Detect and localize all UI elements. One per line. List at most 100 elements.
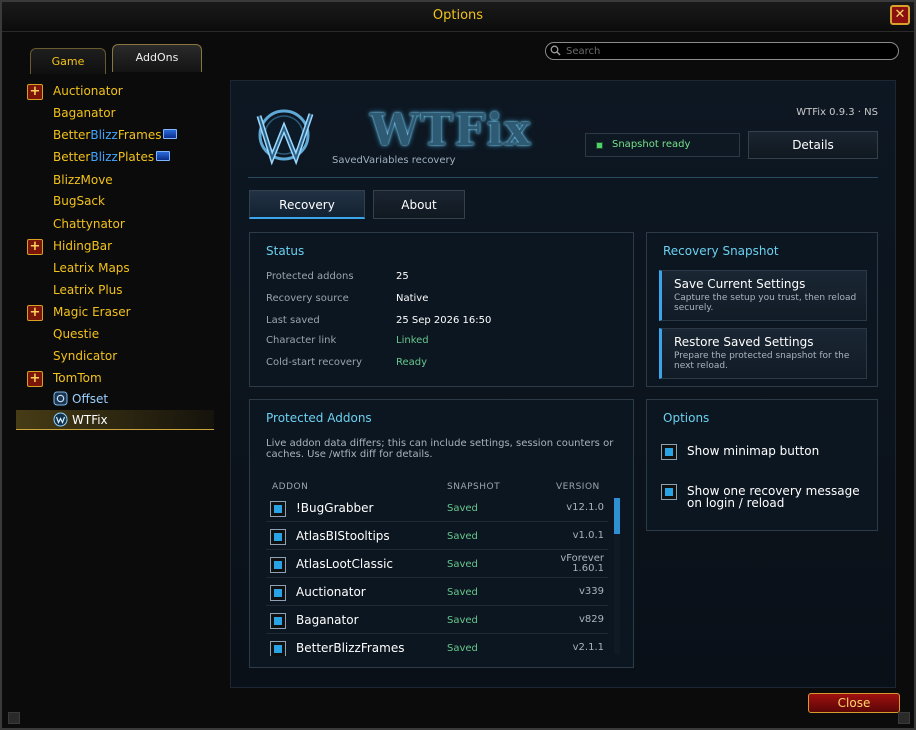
- blizzard-badge-icon: [163, 129, 178, 139]
- sidebar-item-blizzmove[interactable]: BlizzMove: [16, 170, 214, 190]
- expand-plus-icon[interactable]: +: [27, 84, 43, 100]
- status-key: Last saved: [266, 315, 320, 326]
- addon-name: AtlasBIStooltips: [296, 529, 390, 543]
- sidebar-item-questie[interactable]: Questie: [16, 324, 214, 344]
- status-value: Linked: [396, 335, 429, 346]
- table-row[interactable]: AtlasLootClassic Saved vForever 1.60.1: [266, 552, 608, 578]
- sidebar-item-label: WTFix: [72, 413, 108, 427]
- addon-checkbox[interactable]: [270, 501, 286, 517]
- save-button-description: Capture the setup you trust, then reload…: [674, 293, 857, 313]
- column-header-snapshot: SNAPSHOT: [447, 482, 501, 492]
- sidebar-item-label: Auctionator: [53, 84, 123, 98]
- resize-grip-left[interactable]: [8, 712, 20, 724]
- sidebar-item-auctionator[interactable]: + Auctionator: [16, 81, 214, 101]
- title-bar[interactable]: Options ✕: [2, 2, 914, 32]
- status-dot-icon: [596, 142, 603, 149]
- snapshot-status-text: Snapshot ready: [612, 139, 691, 150]
- sidebar-item-chattynator[interactable]: Chattynator: [16, 214, 214, 234]
- sidebar-item-betterblizzplates[interactable]: BetterBlizzPlates: [16, 147, 214, 167]
- table-row[interactable]: !BugGrabber Saved v12.1.0: [266, 496, 608, 522]
- sidebar-item-label: Chattynator: [53, 217, 125, 231]
- addon-name: Auctionator: [296, 585, 366, 599]
- sidebar-item-label: BlizzMove: [53, 173, 113, 187]
- expand-plus-icon[interactable]: +: [27, 305, 43, 321]
- details-button[interactable]: Details: [748, 131, 878, 159]
- addon-version: v829: [578, 614, 604, 625]
- tab-about[interactable]: About: [373, 190, 465, 219]
- addon-snapshot-state: Saved: [447, 503, 478, 514]
- snapshot-status-badge: Snapshot ready: [585, 133, 740, 157]
- search-input[interactable]: [566, 44, 886, 58]
- search-box[interactable]: [545, 42, 899, 60]
- sidebar-item-leatrix-maps[interactable]: Leatrix Maps: [16, 258, 214, 278]
- restore-button-title: Restore Saved Settings: [674, 335, 814, 349]
- tab-addons[interactable]: AddOns: [112, 44, 202, 72]
- protected-addons-list[interactable]: !BugGrabber Saved v12.1.0 AtlasBIStoolti…: [250, 496, 620, 656]
- addon-snapshot-state: Saved: [447, 559, 478, 570]
- addon-name: !BugGrabber: [296, 501, 374, 515]
- list-scrollbar-thumb[interactable]: [614, 498, 620, 534]
- save-current-settings-button[interactable]: Save Current Settings Capture the setup …: [659, 270, 867, 321]
- sidebar-item-baganator[interactable]: Baganator: [16, 103, 214, 123]
- sidebar-item-betterblizzframes[interactable]: BetterBlizzFrames: [16, 125, 214, 145]
- wtfix-logo-text: WTFix: [370, 105, 532, 156]
- sidebar-item-offset[interactable]: Offset: [16, 389, 214, 409]
- column-header-addon: ADDON: [272, 482, 309, 492]
- status-key: Character link: [266, 335, 337, 346]
- recovery-snapshot-title: Recovery Snapshot: [663, 244, 779, 258]
- table-row[interactable]: BetterBlizzFrames Saved v2.1.1: [266, 636, 608, 656]
- minimap-checkbox[interactable]: [661, 444, 677, 460]
- restore-saved-settings-button[interactable]: Restore Saved Settings Prepare the prote…: [659, 328, 867, 379]
- status-value: 25: [396, 271, 409, 282]
- sidebar-item-magic-eraser[interactable]: + Magic Eraser: [16, 302, 214, 322]
- protected-addons-title: Protected Addons: [266, 411, 372, 425]
- window-close-button[interactable]: ✕: [890, 5, 910, 25]
- sidebar-item-wtfix[interactable]: WTFix: [16, 410, 214, 430]
- expand-plus-icon[interactable]: +: [27, 371, 43, 387]
- status-key: Cold-start recovery: [266, 357, 363, 368]
- minimap-option-label: Show minimap button: [687, 444, 820, 458]
- sidebar-item-label: Magic Eraser: [53, 305, 131, 319]
- tab-game[interactable]: Game: [30, 48, 106, 74]
- options-section: Options Show minimap button Show one rec…: [646, 399, 878, 531]
- sidebar-item-label: Questie: [53, 327, 100, 341]
- expand-plus-icon[interactable]: +: [27, 239, 43, 255]
- sidebar-item-hidingbar[interactable]: + HidingBar: [16, 236, 214, 256]
- addon-checkbox[interactable]: [270, 613, 286, 629]
- header-divider: [248, 177, 878, 178]
- resize-grip-right[interactable]: [898, 712, 910, 724]
- sidebar-item-label: BetterBlizzPlates: [53, 150, 171, 164]
- options-window: Options ✕ Game AddOns + Auctionator Baga…: [0, 0, 916, 730]
- save-button-title: Save Current Settings: [674, 277, 806, 291]
- protected-addons-description: Live addon data differs; this can includ…: [266, 438, 614, 460]
- table-row[interactable]: AtlasBIStooltips Saved v1.0.1: [266, 524, 608, 550]
- sidebar-item-label: BugSack: [53, 194, 105, 208]
- blizzard-badge-icon: [156, 151, 171, 161]
- table-row[interactable]: Auctionator Saved v339: [266, 580, 608, 606]
- sidebar-item-label: Leatrix Maps: [53, 261, 130, 275]
- sidebar-item-syndicator[interactable]: Syndicator: [16, 346, 214, 366]
- status-value: Ready: [396, 357, 428, 368]
- sidebar-item-bugsack[interactable]: BugSack: [16, 191, 214, 211]
- addon-checkbox[interactable]: [270, 529, 286, 545]
- addon-checkbox[interactable]: [270, 557, 286, 573]
- sidebar-item-tomtom[interactable]: + TomTom: [16, 368, 214, 388]
- tab-recovery[interactable]: Recovery: [249, 190, 365, 219]
- status-title: Status: [266, 244, 305, 258]
- column-header-version: VERSION: [556, 482, 600, 492]
- wtfix-emblem-icon: [256, 109, 314, 166]
- table-row[interactable]: Baganator Saved v829: [266, 608, 608, 634]
- sidebar-item-leatrix-plus[interactable]: Leatrix Plus: [16, 280, 214, 300]
- addon-checkbox[interactable]: [270, 641, 286, 656]
- close-button[interactable]: Close: [808, 693, 900, 713]
- recovery-snapshot-section: Recovery Snapshot Save Current Settings …: [646, 232, 878, 387]
- options-title: Options: [663, 411, 710, 425]
- status-section: Status Protected addons 25 Recovery sour…: [249, 232, 634, 387]
- addon-checkbox[interactable]: [270, 585, 286, 601]
- addon-snapshot-state: Saved: [447, 615, 478, 626]
- addon-snapshot-state: Saved: [447, 587, 478, 598]
- sidebar-item-label: Leatrix Plus: [53, 283, 123, 297]
- addon-snapshot-state: Saved: [447, 531, 478, 542]
- sidebar-item-label: Offset: [72, 392, 109, 406]
- recovery-message-checkbox[interactable]: [661, 484, 677, 500]
